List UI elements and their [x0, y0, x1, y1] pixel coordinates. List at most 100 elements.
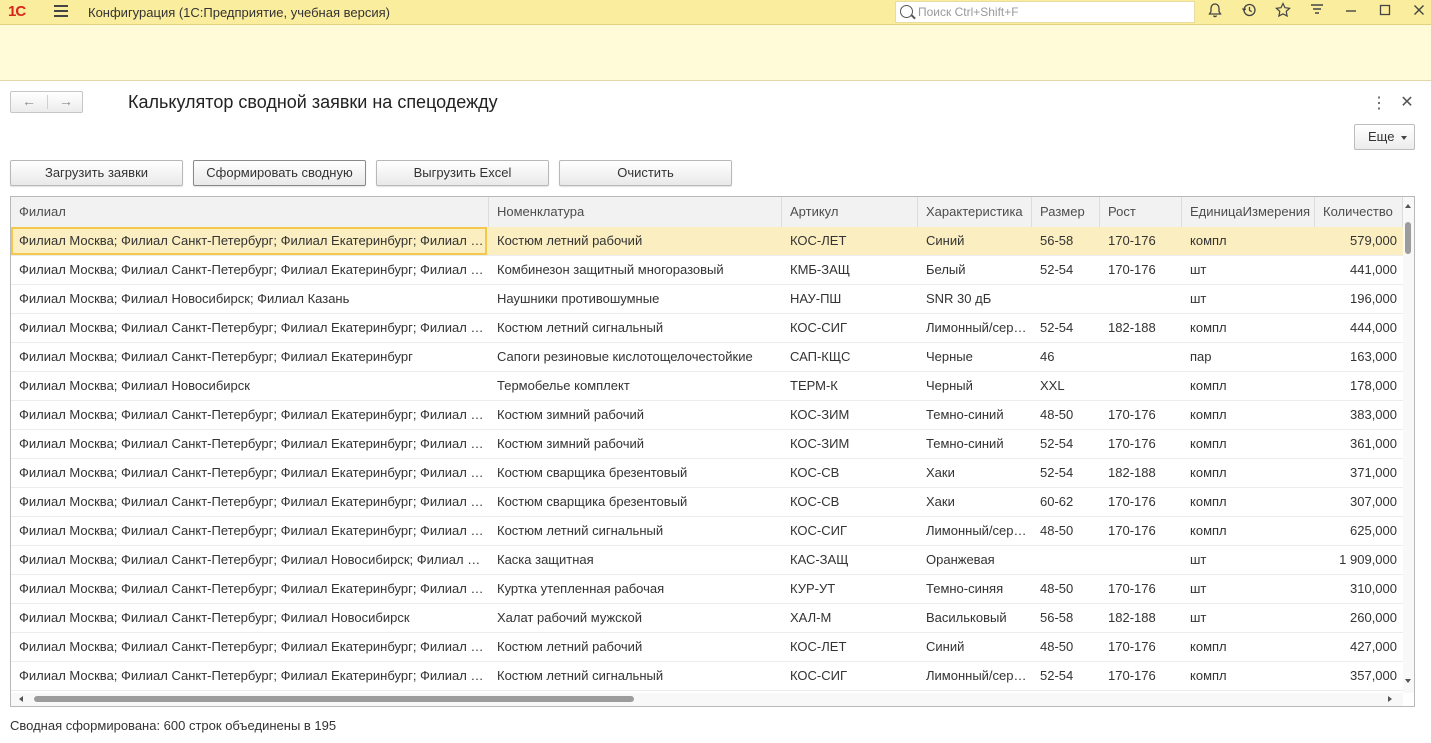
table-row[interactable]: Филиал Москва; Филиал Санкт-Петербург; Ф… — [11, 401, 1403, 430]
cell-height[interactable]: 182-188 — [1100, 604, 1180, 632]
cell-unit[interactable]: шт — [1182, 256, 1313, 284]
cell-quantity[interactable]: 178,000 — [1315, 372, 1403, 400]
cell-characteristic[interactable]: Черный — [918, 372, 1030, 400]
cell-quantity[interactable]: 361,000 — [1315, 430, 1403, 458]
cell-nomenclature[interactable]: Костюм летний сигнальный — [489, 517, 780, 545]
cell-article[interactable]: КОС-СИГ — [782, 517, 916, 545]
cell-height[interactable]: 182-188 — [1100, 459, 1180, 487]
table-row[interactable]: Филиал Москва; Филиал Санкт-Петербург; Ф… — [11, 488, 1403, 517]
cell-size[interactable]: 52-54 — [1032, 430, 1098, 458]
cell-unit[interactable]: компл — [1182, 662, 1313, 690]
cell-article[interactable]: КАС-ЗАЩ — [782, 546, 916, 574]
cell-height[interactable]: 170-176 — [1100, 575, 1180, 603]
cell-height[interactable] — [1100, 372, 1180, 400]
cell-nomenclature[interactable]: Халат рабочий мужской — [489, 604, 780, 632]
cell-branch[interactable]: Филиал Москва; Филиал Санкт-Петербург; Ф… — [11, 401, 487, 429]
cell-article[interactable]: КОС-СВ — [782, 488, 916, 516]
cell-nomenclature[interactable]: Наушники противошумные — [489, 285, 780, 313]
table-row[interactable]: Филиал Москва; Филиал Санкт-Петербург; Ф… — [11, 227, 1403, 256]
column-header-unit[interactable]: ЕдиницаИзмерения — [1182, 197, 1315, 227]
table-row[interactable]: Филиал Москва; Филиал Санкт-Петербург; Ф… — [11, 546, 1403, 575]
maximize-icon[interactable] — [1375, 2, 1395, 22]
cell-size[interactable]: 52-54 — [1032, 314, 1098, 342]
cell-size[interactable]: 48-50 — [1032, 575, 1098, 603]
cell-size[interactable]: 52-54 — [1032, 256, 1098, 284]
cell-characteristic[interactable]: Оранжевая — [918, 546, 1030, 574]
load-requests-button[interactable]: Загрузить заявки — [10, 160, 183, 186]
cell-quantity[interactable]: 307,000 — [1315, 488, 1403, 516]
cell-unit[interactable]: шт — [1182, 285, 1313, 313]
form-close-icon[interactable]: ✕ — [1400, 92, 1414, 112]
cell-nomenclature[interactable]: Костюм зимний рабочий — [489, 430, 780, 458]
cell-characteristic[interactable]: Темно-синий — [918, 401, 1030, 429]
bell-icon[interactable] — [1205, 2, 1225, 22]
cell-height[interactable]: 170-176 — [1100, 401, 1180, 429]
cell-unit[interactable]: компл — [1182, 517, 1313, 545]
cell-characteristic[interactable]: Темно-синий — [918, 430, 1030, 458]
cell-article[interactable]: КОС-СВ — [782, 459, 916, 487]
cell-height[interactable]: 170-176 — [1100, 662, 1180, 690]
clear-button[interactable]: Очистить — [559, 160, 732, 186]
cell-size[interactable]: 46 — [1032, 343, 1098, 371]
cell-article[interactable]: КОС-ЗИМ — [782, 401, 916, 429]
cell-size[interactable] — [1032, 546, 1098, 574]
table-row[interactable]: Филиал Москва; Филиал Санкт-Петербург; Ф… — [11, 633, 1403, 662]
cell-unit[interactable]: компл — [1182, 459, 1313, 487]
cell-quantity[interactable]: 1 909,000 — [1315, 546, 1403, 574]
cell-branch[interactable]: Филиал Москва; Филиал Санкт-Петербург; Ф… — [11, 488, 487, 516]
cell-article[interactable]: КОС-ЛЕТ — [782, 633, 916, 661]
cell-characteristic[interactable]: Лимонный/серый — [918, 314, 1030, 342]
cell-quantity[interactable]: 441,000 — [1315, 256, 1403, 284]
table-row[interactable]: Филиал Москва; Филиал Новосибирск Термобе… — [11, 372, 1403, 401]
cell-height[interactable]: 170-176 — [1100, 517, 1180, 545]
cell-quantity[interactable]: 310,000 — [1315, 575, 1403, 603]
cell-article[interactable]: ХАЛ-М — [782, 604, 916, 632]
column-header-branch[interactable]: Филиал — [11, 197, 489, 227]
cell-unit[interactable]: компл — [1182, 633, 1313, 661]
cell-characteristic[interactable]: SNR 30 дБ — [918, 285, 1030, 313]
cell-size[interactable]: XXL — [1032, 372, 1098, 400]
column-header-characteristic[interactable]: Характеристика — [918, 197, 1032, 227]
cell-article[interactable]: ТЕРМ-К — [782, 372, 916, 400]
more-button[interactable]: Еще — [1354, 124, 1415, 150]
cell-article[interactable]: САП-КЩС — [782, 343, 916, 371]
cell-branch[interactable]: Филиал Москва; Филиал Санкт-Петербург; Ф… — [11, 459, 487, 487]
column-header-height[interactable]: Рост — [1100, 197, 1182, 227]
scroll-down-icon[interactable] — [1405, 679, 1411, 683]
cell-quantity[interactable]: 579,000 — [1315, 227, 1403, 255]
cell-size[interactable] — [1032, 285, 1098, 313]
table-row[interactable]: Филиал Москва; Филиал Санкт-Петербург; Ф… — [11, 604, 1403, 633]
scroll-right-icon[interactable] — [1388, 696, 1392, 702]
cell-unit[interactable]: шт — [1182, 604, 1313, 632]
table-row[interactable]: Филиал Москва; Филиал Санкт-Петербург; Ф… — [11, 343, 1403, 372]
cell-size[interactable]: 48-50 — [1032, 517, 1098, 545]
cell-size[interactable]: 60-62 — [1032, 488, 1098, 516]
cell-height[interactable]: 182-188 — [1100, 314, 1180, 342]
cell-characteristic[interactable]: Хаки — [918, 488, 1030, 516]
star-icon[interactable] — [1273, 2, 1293, 22]
cell-branch[interactable]: Филиал Москва; Филиал Новосибирск; Филиа… — [11, 285, 487, 313]
cell-characteristic[interactable]: Лимонный/серый — [918, 517, 1030, 545]
horizontal-scroll-thumb[interactable] — [34, 696, 634, 702]
table-row[interactable]: Филиал Москва; Филиал Санкт-Петербург; Ф… — [11, 575, 1403, 604]
cell-unit[interactable]: компл — [1182, 227, 1313, 255]
column-header-quantity[interactable]: Количество — [1315, 197, 1403, 227]
cell-nomenclature[interactable]: Костюм летний сигнальный — [489, 662, 780, 690]
cell-article[interactable]: НАУ-ПШ — [782, 285, 916, 313]
cell-size[interactable]: 52-54 — [1032, 459, 1098, 487]
cell-characteristic[interactable]: Синий — [918, 633, 1030, 661]
build-summary-button[interactable]: Сформировать сводную — [193, 160, 366, 186]
cell-quantity[interactable]: 357,000 — [1315, 662, 1403, 690]
horizontal-scrollbar[interactable] — [11, 693, 1403, 706]
cell-nomenclature[interactable]: Костюм сварщика брезентовый — [489, 459, 780, 487]
table-row[interactable]: Филиал Москва; Филиал Санкт-Петербург; Ф… — [11, 430, 1403, 459]
window-close-icon[interactable] — [1409, 2, 1429, 22]
cell-branch[interactable]: Филиал Москва; Филиал Санкт-Петербург; Ф… — [11, 343, 487, 371]
cell-unit[interactable]: компл — [1182, 372, 1313, 400]
cell-height[interactable]: 170-176 — [1100, 227, 1180, 255]
cell-unit[interactable]: компл — [1182, 401, 1313, 429]
cell-characteristic[interactable]: Синий — [918, 227, 1030, 255]
cell-nomenclature[interactable]: Костюм летний рабочий — [489, 227, 780, 255]
cell-branch[interactable]: Филиал Москва; Филиал Санкт-Петербург; Ф… — [11, 604, 487, 632]
cell-unit[interactable]: компл — [1182, 314, 1313, 342]
